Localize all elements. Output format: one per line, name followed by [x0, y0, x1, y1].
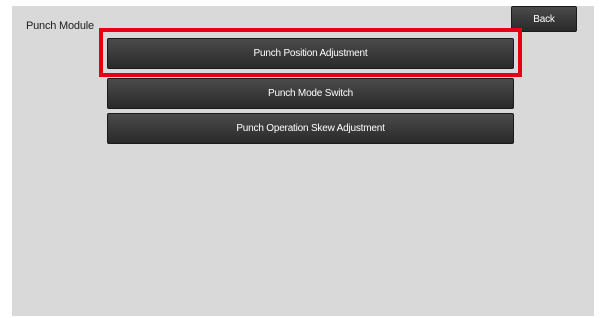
- punch-position-adjustment-button[interactable]: Punch Position Adjustment: [107, 38, 514, 69]
- page-title: Punch Module: [26, 20, 94, 32]
- punch-mode-switch-button[interactable]: Punch Mode Switch: [107, 78, 514, 109]
- back-button[interactable]: Back: [511, 6, 577, 32]
- punch-operation-skew-adjustment-button[interactable]: Punch Operation Skew Adjustment: [107, 113, 514, 144]
